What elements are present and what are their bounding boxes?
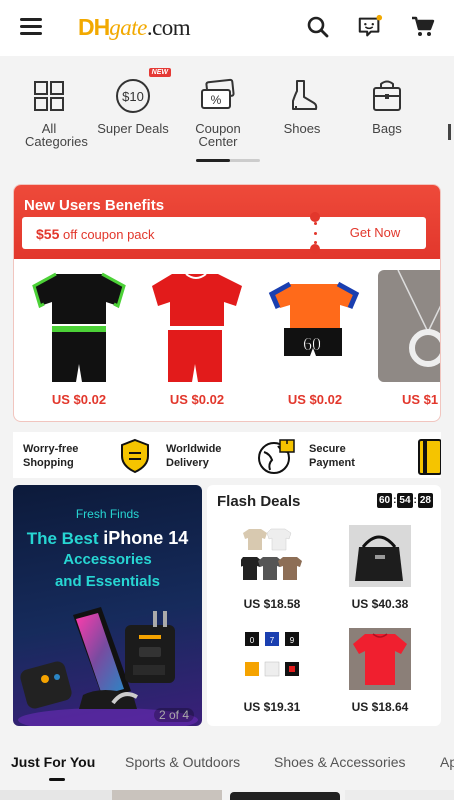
orange-jersey-image: 60 (268, 281, 360, 356)
product-card[interactable]: US $0.02 (24, 270, 134, 407)
message-icon[interactable] (357, 14, 383, 40)
dhgate-logo[interactable]: DHgate.com (78, 14, 191, 41)
flash-deal-price: US $19.31 (243, 700, 301, 714)
countdown-timer: 60: 54: 28 (376, 493, 433, 508)
banner-line-3: and Essentials (54, 573, 161, 590)
product-price: US $0.02 (51, 392, 107, 407)
category-shoes[interactable]: Shoes (257, 70, 347, 135)
deal-icon-text: $10 (122, 89, 144, 104)
boot-icon (282, 76, 322, 116)
jersey-grid-image: 0 7 9 (245, 632, 299, 677)
grid-icon (29, 76, 69, 116)
black-jersey-image (32, 272, 126, 382)
flash-deals-title: Flash Deals (217, 493, 301, 510)
timer-minutes: 54 (397, 493, 413, 508)
flash-deal-item[interactable]: US $18.58 (217, 525, 327, 611)
new-badge: NEW (148, 68, 171, 77)
category-row: All Categories $10 NEW Super Deals % Cou… (0, 68, 454, 160)
product-card[interactable]: US $1 (378, 270, 440, 407)
svg-text:7: 7 (270, 636, 275, 645)
banner-pager: 2 of 4 (153, 708, 194, 722)
coupon-amount: $55 (36, 226, 60, 242)
category-scroll-indicator (196, 159, 260, 162)
product-price: US $0.02 (287, 392, 343, 407)
category-label: Bags (372, 121, 402, 136)
necklace-image (378, 270, 440, 382)
search-icon[interactable] (305, 14, 331, 40)
banner-headline: The Best iPhone 14 (26, 528, 189, 548)
cart-icon[interactable] (410, 14, 436, 40)
category-label: Coupon Center (195, 121, 241, 149)
promo-banner[interactable]: Fresh Finds The Best iPhone 14 Accessori… (13, 485, 202, 726)
next-category-peek (448, 124, 451, 140)
product-card[interactable]: 60 US $0.02 (260, 270, 370, 407)
banner-line-2: Accessories (63, 551, 152, 568)
trust-label: Secure Payment (309, 443, 355, 469)
svg-text:9: 9 (290, 636, 295, 645)
flash-deal-item[interactable]: 0 7 9 US $19.31 (217, 628, 327, 714)
app-header: DHgate.com (0, 0, 454, 56)
charger-product-image (18, 607, 198, 726)
new-users-header: New Users Benefits $55 off coupon pack G… (14, 185, 440, 259)
product-price: US $1 (402, 392, 439, 407)
flash-deal-item[interactable]: US $18.64 (325, 628, 435, 714)
coupon-perforation (314, 222, 318, 244)
black-bag-image (349, 525, 411, 587)
category-bags[interactable]: Bags (342, 70, 432, 135)
tab-next[interactable]: Ap (440, 754, 454, 770)
trust-label: Worry-free Shopping (23, 443, 79, 469)
timer-hours: 60 (376, 493, 393, 508)
coupon-pack[interactable]: $55 off coupon pack Get Now (22, 212, 426, 254)
banner-kicker: Fresh Finds (75, 507, 140, 521)
category-label: Shoes (283, 121, 321, 136)
feed-preview-strip (0, 790, 454, 800)
red-jersey-image (152, 273, 242, 382)
trust-strip: Worry-free Shopping Worldwide Delivery Sec… (13, 432, 441, 478)
coupon-text: off coupon pack (62, 227, 155, 242)
tab-just-for-you[interactable]: Just For You (11, 754, 95, 781)
coupon-offer: $55 off coupon pack (36, 226, 155, 242)
tab-shoes-accessories[interactable]: Shoes & Accessories (274, 754, 406, 770)
category-all[interactable]: All Categories (4, 70, 94, 148)
category-label: Super Deals (97, 121, 169, 136)
trust-worry-free[interactable]: Worry-free Shopping (13, 432, 155, 478)
svg-text:0: 0 (250, 636, 255, 645)
flash-deal-price: US $18.64 (351, 700, 409, 714)
category-super-deals[interactable]: $10 NEW Super Deals (88, 68, 178, 136)
svg-text:%: % (211, 93, 222, 107)
product-price: US $0.02 (169, 392, 225, 407)
new-users-title: New Users Benefits (24, 197, 165, 214)
flash-deal-price: US $40.38 (351, 597, 409, 611)
coupon-icon: % (198, 76, 238, 116)
svg-text:60: 60 (303, 334, 321, 354)
product-card[interactable]: US $0.02 (142, 270, 252, 407)
trust-label: Worldwide Delivery (166, 443, 222, 469)
tshirt-set-image (241, 528, 302, 580)
new-users-benefits-card: New Users Benefits $55 off coupon pack G… (13, 184, 441, 422)
card-icon (418, 439, 441, 475)
timer-seconds: 28 (417, 493, 433, 508)
red-tshirt-image (349, 628, 411, 690)
trust-worldwide-delivery[interactable]: Worldwide Delivery (156, 432, 298, 478)
category-coupon-center[interactable]: % Coupon Center (173, 70, 263, 148)
bag-icon (367, 76, 407, 116)
globe-delivery-icon (258, 439, 295, 474)
flash-deals-card[interactable]: Flash Deals 60: 54: 28 US $18.58 US $40.… (207, 485, 441, 726)
flash-deal-price: US $18.58 (243, 597, 301, 611)
category-label: All Categories (25, 121, 88, 149)
feed-tabs: Just For You Sports & Outdoors Shoes & A… (0, 748, 454, 781)
deal-tag-icon: $10 NEW (113, 68, 171, 116)
shield-icon (121, 438, 149, 474)
trust-secure-payment[interactable]: Secure Payment (299, 432, 441, 478)
get-now-button[interactable]: Get Now (324, 217, 426, 249)
menu-icon[interactable] (20, 18, 42, 36)
tab-sports-outdoors[interactable]: Sports & Outdoors (125, 754, 240, 770)
flash-deal-item[interactable]: US $40.38 (325, 525, 435, 611)
